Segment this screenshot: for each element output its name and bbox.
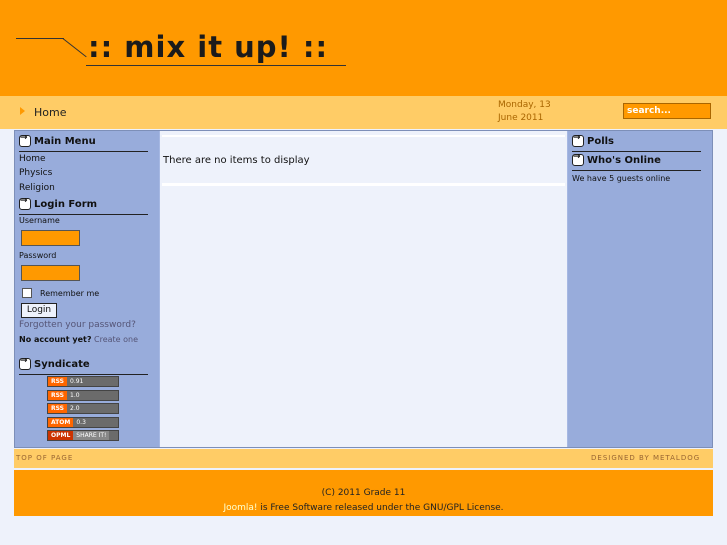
badge-tag: RSS — [48, 377, 67, 386]
syndicate-title: Syndicate — [19, 356, 90, 370]
whos-online-rule — [572, 170, 701, 171]
badge-version: 2.0 — [70, 405, 80, 412]
password-label: Password — [19, 251, 57, 260]
site-logo[interactable]: :: mix it up! :: — [88, 30, 328, 64]
menu-item-home[interactable]: Home — [19, 154, 46, 164]
main-menu-title: Main Menu — [19, 133, 96, 147]
arrow-box-icon — [572, 152, 584, 166]
content-rule-top — [162, 135, 565, 137]
main-content — [160, 131, 567, 447]
login-form-title-text: Login Form — [34, 198, 98, 210]
badge-tag: RSS — [48, 404, 67, 413]
login-form-title: Login Form — [19, 196, 98, 210]
nav-bar — [0, 96, 727, 129]
atom-03-badge[interactable]: ATOM 0.3 — [47, 417, 119, 428]
syndicate-title-text: Syndicate — [34, 358, 90, 370]
syndicate-rule — [19, 374, 148, 375]
badge-version: 0.91 — [70, 378, 84, 385]
license-suffix: is Free Software released under the GNU/… — [257, 503, 504, 513]
whos-online-title: Who's Online — [572, 152, 661, 166]
polls-rule — [572, 151, 701, 152]
arrow-box-icon — [19, 133, 31, 147]
copyright-text: (C) 2011 Grade 11 — [321, 488, 406, 498]
top-of-page-link[interactable]: TOP OF PAGE — [16, 454, 73, 462]
whos-online-title-text: Who's Online — [587, 154, 661, 166]
badge-tag: RSS — [48, 391, 67, 400]
nav-home-link[interactable]: Home — [34, 106, 66, 119]
password-field[interactable] — [21, 265, 80, 281]
no-account-label: No account yet? — [19, 335, 92, 344]
designed-by-link[interactable]: DESIGNED BY METALDOG — [591, 454, 700, 462]
opml-badge[interactable]: OPML SHARE IT! — [47, 430, 119, 441]
main-menu-rule — [19, 151, 148, 152]
date-line1: Monday, 13 — [498, 100, 551, 110]
remember-checkbox[interactable] — [22, 288, 32, 298]
nav-arrow-icon — [20, 107, 25, 115]
polls-title: Polls — [572, 133, 615, 147]
rss-10-badge[interactable]: RSS 1.0 — [47, 390, 119, 401]
rss-20-badge[interactable]: RSS 2.0 — [47, 403, 119, 414]
date-line2: June 2011 — [498, 113, 544, 123]
menu-item-physics[interactable]: Physics — [19, 168, 52, 178]
online-count: We have 5 guests online — [572, 174, 671, 183]
badge-version: 0.3 — [76, 419, 86, 426]
logo-underline — [86, 65, 346, 66]
create-account-link[interactable]: Create one — [94, 335, 138, 344]
empty-message: There are no items to display — [163, 155, 310, 166]
menu-item-religion[interactable]: Religion — [19, 183, 55, 193]
logo-rule — [16, 38, 64, 39]
arrow-box-icon — [19, 356, 31, 370]
login-form-rule — [19, 214, 148, 215]
license-text: Joomla! is Free Software released under … — [0, 503, 727, 513]
username-label: Username — [19, 216, 60, 225]
username-field[interactable] — [21, 230, 80, 246]
main-menu-title-text: Main Menu — [34, 135, 96, 147]
remember-label: Remember me — [40, 289, 100, 298]
arrow-box-icon — [19, 196, 31, 210]
rss-091-badge[interactable]: RSS 0.91 — [47, 376, 119, 387]
login-button[interactable]: Login — [21, 303, 57, 318]
badge-tag: ATOM — [48, 418, 74, 427]
badge-version: 1.0 — [70, 392, 80, 399]
no-account-text: No account yet? Create one — [19, 335, 138, 344]
search-input[interactable]: search... — [623, 103, 711, 119]
arrow-box-icon — [572, 133, 584, 147]
polls-title-text: Polls — [587, 135, 615, 147]
badge-tag: OPML — [48, 431, 74, 440]
joomla-link[interactable]: Joomla! — [223, 503, 257, 513]
current-date: Monday, 13 June 2011 — [498, 99, 568, 125]
content-rule-bottom — [162, 183, 565, 186]
forgot-password-link[interactable]: Forgotten your password? — [19, 320, 136, 330]
badge-version: SHARE IT! — [73, 431, 110, 440]
